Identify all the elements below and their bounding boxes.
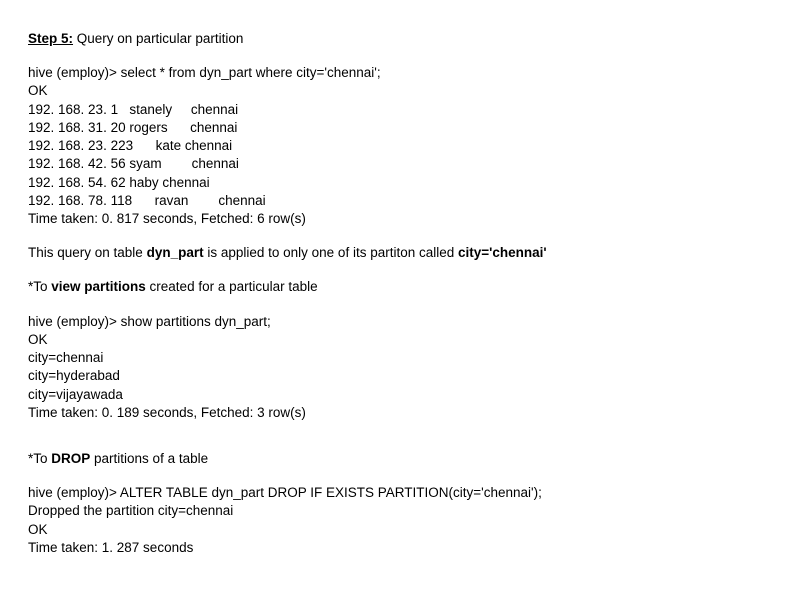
query3-time: Time taken: 1. 287 seconds (28, 539, 766, 557)
explain-pre: This query on table (28, 245, 147, 260)
view-post: created for a particular table (146, 279, 318, 294)
query1-row: 192. 168. 31. 20 rogers chennai (28, 119, 766, 137)
query1-row: 192. 168. 42. 56 syam chennai (28, 155, 766, 173)
query3-dropped: Dropped the partition city=chennai (28, 502, 766, 520)
drop-pre: *To (28, 451, 51, 466)
step5-label-bold: Step 5: (28, 31, 73, 46)
drop-b: DROP (51, 451, 90, 466)
explain-b1: dyn_part (147, 245, 204, 260)
query2-block: hive (employ)> show partitions dyn_part;… (28, 313, 766, 422)
query1-block: hive (employ)> select * from dyn_part wh… (28, 64, 766, 228)
query2-row: city=chennai (28, 349, 766, 367)
explain-line: This query on table dyn_part is applied … (28, 244, 766, 262)
step5-label-rest: Query on particular partition (73, 31, 243, 46)
query1-time: Time taken: 0. 817 seconds, Fetched: 6 r… (28, 210, 766, 228)
query3-cmd: hive (employ)> ALTER TABLE dyn_part DROP… (28, 484, 766, 502)
query3-block: hive (employ)> ALTER TABLE dyn_part DROP… (28, 484, 766, 557)
explain-mid: is applied to only one of its partiton c… (204, 245, 458, 260)
query1-ok: OK (28, 82, 766, 100)
query1-row: 192. 168. 23. 223 kate chennai (28, 137, 766, 155)
query2-row: city=vijayawada (28, 386, 766, 404)
query2-ok: OK (28, 331, 766, 349)
query1-cmd: hive (employ)> select * from dyn_part wh… (28, 64, 766, 82)
query1-row: 192. 168. 54. 62 haby chennai (28, 174, 766, 192)
query2-time: Time taken: 0. 189 seconds, Fetched: 3 r… (28, 404, 766, 422)
view-partitions-heading: *To view partitions created for a partic… (28, 278, 766, 296)
query2-cmd: hive (employ)> show partitions dyn_part; (28, 313, 766, 331)
view-b: view partitions (51, 279, 146, 294)
step5-heading: Step 5: Query on particular partition (28, 30, 766, 48)
query1-row: 192. 168. 78. 118 ravan chennai (28, 192, 766, 210)
explain-b2: city='chennai' (458, 245, 547, 260)
drop-partitions-heading: *To DROP partitions of a table (28, 450, 766, 468)
view-pre: *To (28, 279, 51, 294)
query2-row: city=hyderabad (28, 367, 766, 385)
query1-row: 192. 168. 23. 1 stanely chennai (28, 101, 766, 119)
query3-ok: OK (28, 521, 766, 539)
drop-post: partitions of a table (90, 451, 208, 466)
